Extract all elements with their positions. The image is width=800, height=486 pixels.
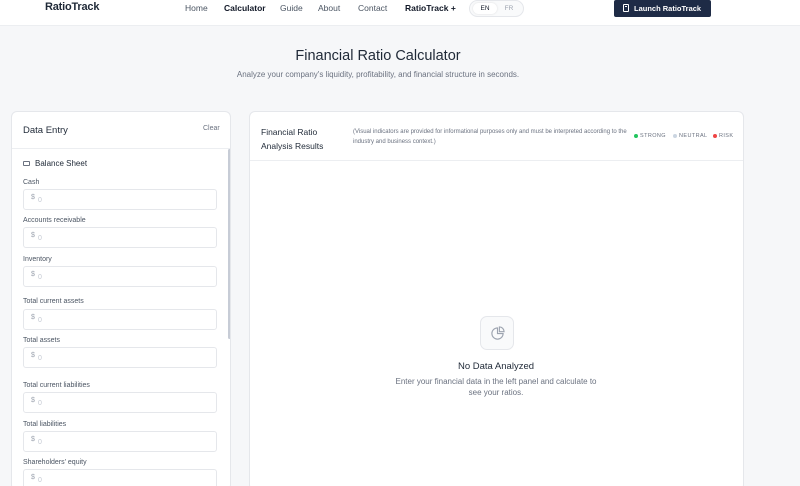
- currency-symbol: $: [31, 436, 35, 443]
- legend-label-strong: STRONG: [640, 133, 666, 139]
- page-subtitle: Analyze your company's liquidity, profit…: [236, 70, 520, 79]
- input-placeholder: 0: [38, 355, 42, 362]
- data-entry-title: Data Entry: [23, 125, 68, 136]
- pie-chart-icon: [480, 316, 514, 350]
- total-current-liabilities-input[interactable]: $ 0: [23, 392, 217, 413]
- cash-input[interactable]: $ 0: [23, 189, 217, 210]
- input-placeholder: 0: [38, 235, 42, 242]
- legend-dot-neutral: [673, 134, 677, 138]
- field-label-total-liabilities: Total liabilities: [23, 421, 67, 428]
- app-icon: [623, 4, 629, 12]
- results-disclaimer: (Visual indicators are provided for info…: [353, 129, 627, 145]
- currency-symbol: $: [31, 232, 35, 239]
- currency-symbol: $: [31, 314, 35, 321]
- section-title-balance-sheet: Balance Sheet: [35, 159, 88, 168]
- input-placeholder: 0: [38, 197, 42, 204]
- legend-neutral: NEUTRAL: [673, 133, 707, 139]
- field-label-total-assets: Total assets: [23, 337, 60, 344]
- page-title: Financial Ratio Calculator: [295, 48, 461, 64]
- legend-label-risk: RISK: [719, 133, 734, 139]
- launch-button[interactable]: Launch RatioTrack: [614, 0, 711, 17]
- total-liabilities-input[interactable]: $ 0: [23, 431, 217, 452]
- accounts-receivable-input[interactable]: $ 0: [23, 227, 217, 248]
- nav-link-calculator[interactable]: Calculator: [224, 3, 266, 13]
- shareholders-equity-input[interactable]: $ 0: [23, 469, 217, 486]
- currency-symbol: $: [31, 194, 35, 201]
- currency-symbol: $: [31, 474, 35, 481]
- nav-link-contact[interactable]: Contact: [358, 3, 387, 13]
- nav-link-guide[interactable]: Guide: [280, 3, 303, 13]
- input-placeholder: 0: [38, 274, 42, 281]
- launch-button-label: Launch RatioTrack: [634, 4, 702, 13]
- clear-button[interactable]: Clear: [203, 125, 220, 132]
- legend-dot-risk: [713, 134, 717, 138]
- field-label-total-current-liabilities: Total current liabilities: [23, 382, 90, 389]
- empty-state-text: Enter your financial data in the left pa…: [395, 377, 597, 397]
- legend-dot-strong: [634, 134, 638, 138]
- top-nav: RatioTrack Home Calculator Guide About C…: [0, 0, 800, 26]
- brand-logo[interactable]: RatioTrack: [45, 1, 99, 13]
- results-title: Financial Ratio Analysis Results: [261, 127, 324, 151]
- currency-symbol: $: [31, 397, 35, 404]
- lang-option-en[interactable]: EN: [473, 3, 497, 14]
- legend-strong: STRONG: [634, 133, 666, 139]
- results-panel: Financial Ratio Analysis Results (Visual…: [249, 111, 744, 486]
- legend-risk: RISK: [713, 133, 733, 139]
- field-label-shareholders-equity: Shareholders' equity: [23, 459, 87, 466]
- field-label-total-current-assets: Total current assets: [23, 298, 84, 305]
- balance-sheet-icon: [23, 161, 30, 166]
- legend-label-neutral: NEUTRAL: [679, 133, 708, 139]
- currency-symbol: $: [31, 271, 35, 278]
- input-placeholder: 0: [38, 477, 42, 484]
- total-current-assets-input[interactable]: $ 0: [23, 309, 217, 330]
- empty-state-title: No Data Analyzed: [457, 361, 535, 372]
- language-switcher: EN FR: [469, 0, 524, 17]
- results-header: Financial Ratio Analysis Results (Visual…: [250, 112, 743, 161]
- total-assets-input[interactable]: $ 0: [23, 347, 217, 368]
- nav-link-about[interactable]: About: [318, 3, 340, 13]
- panel-scrollbar[interactable]: [228, 149, 230, 339]
- input-placeholder: 0: [38, 317, 42, 324]
- input-placeholder: 0: [38, 439, 42, 446]
- input-placeholder: 0: [38, 400, 42, 407]
- data-entry-header: Data Entry Clear: [12, 112, 230, 149]
- currency-symbol: $: [31, 352, 35, 359]
- field-label-cash: Cash: [23, 179, 40, 186]
- field-label-inventory: Inventory: [23, 256, 52, 263]
- lang-option-fr[interactable]: FR: [497, 3, 521, 14]
- nav-link-ratiotrack-plus[interactable]: RatioTrack +: [405, 3, 456, 13]
- nav-link-home[interactable]: Home: [185, 3, 208, 13]
- field-label-accounts-receivable: Accounts receivable: [23, 217, 86, 224]
- inventory-input[interactable]: $ 0: [23, 266, 217, 287]
